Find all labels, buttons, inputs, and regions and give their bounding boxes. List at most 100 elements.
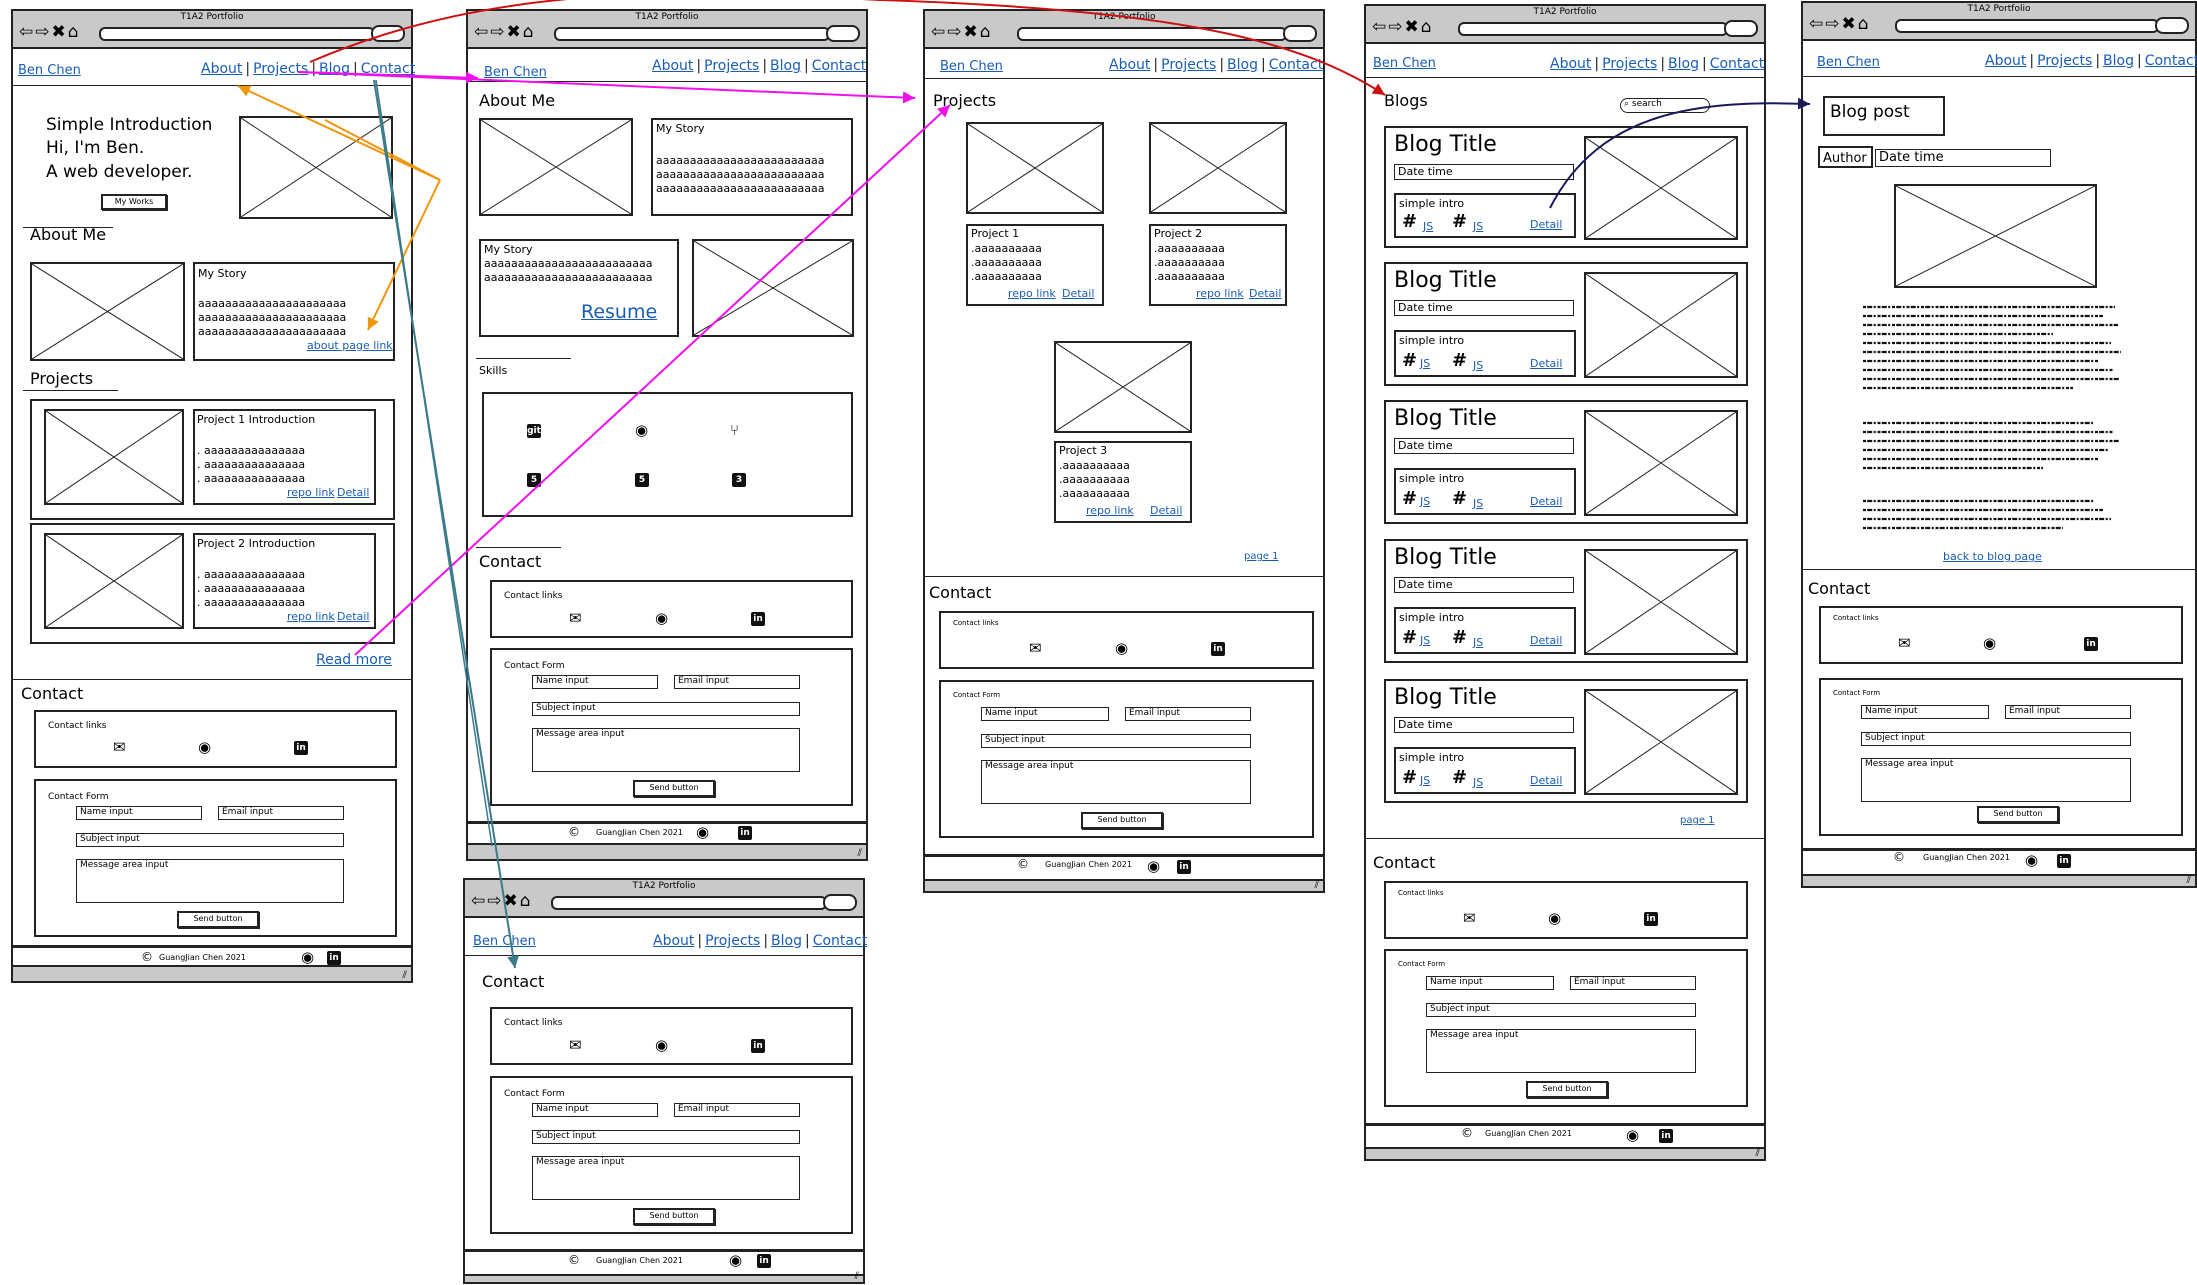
subject-input[interactable]: Subject input — [981, 734, 1251, 748]
github-icon[interactable]: ◉ — [655, 611, 668, 626]
email-input[interactable]: Email input — [674, 1103, 800, 1117]
url-bar[interactable] — [1017, 27, 1287, 41]
about-page-link[interactable]: about page link — [307, 339, 393, 352]
search-icon[interactable] — [826, 25, 860, 42]
name-input[interactable]: Name input — [532, 675, 658, 689]
nav-about[interactable]: About — [1985, 53, 2026, 69]
email-input[interactable]: Email input — [674, 675, 800, 689]
linkedin-icon[interactable]: in — [294, 741, 308, 755]
browser-nav-icons[interactable]: ⇦⇨✖⌂ — [471, 892, 533, 910]
tag-link[interactable]: JS — [1420, 495, 1430, 508]
nav-about[interactable]: About — [653, 933, 694, 949]
email-input[interactable]: Email input — [1570, 976, 1696, 990]
nav-projects[interactable]: Projects — [2037, 53, 2092, 69]
name-input[interactable]: Name input — [1861, 705, 1989, 719]
nav-projects[interactable]: Projects — [1602, 56, 1657, 72]
nav-blog[interactable]: Blog — [1668, 56, 1699, 72]
browser-nav-icons[interactable]: ⇦⇨✖⌂ — [474, 23, 536, 41]
detail-link[interactable]: Detail — [1249, 287, 1281, 300]
github-icon[interactable]: ◉ — [1983, 636, 1996, 651]
nav-contact[interactable]: Contact — [2145, 53, 2197, 69]
nav-about[interactable]: About — [1550, 56, 1591, 72]
subject-input[interactable]: Subject input — [1861, 732, 2131, 746]
tag-link[interactable]: JS — [1420, 774, 1430, 787]
linkedin-icon[interactable]: in — [327, 951, 341, 965]
tag-link[interactable]: JS — [1473, 636, 1483, 649]
linkedin-icon[interactable]: in — [751, 1039, 765, 1053]
search-icon[interactable] — [2155, 17, 2189, 34]
url-bar[interactable] — [554, 27, 830, 41]
detail-link[interactable]: Detail — [1062, 287, 1094, 300]
nav-about[interactable]: About — [652, 58, 693, 74]
repo-link[interactable]: repo link — [1008, 287, 1056, 300]
message-input[interactable]: Message area input — [532, 728, 800, 772]
email-input[interactable]: Email input — [1125, 707, 1251, 721]
brand-link[interactable]: Ben Chen — [1817, 55, 1880, 70]
github-icon[interactable]: ◉ — [198, 740, 211, 755]
nav-blog[interactable]: Blog — [771, 933, 802, 949]
nav-projects[interactable]: Projects — [705, 933, 760, 949]
brand-link[interactable]: Ben Chen — [940, 59, 1003, 74]
send-button[interactable]: Send button — [1526, 1081, 1608, 1098]
send-button[interactable]: Send button — [633, 780, 715, 797]
pagination-link[interactable]: page 1 — [1680, 815, 1715, 826]
nav-projects[interactable]: Projects — [1161, 57, 1216, 73]
linkedin-icon[interactable]: in — [1211, 642, 1225, 656]
brand-link[interactable]: Ben Chen — [473, 934, 536, 949]
github-icon[interactable]: ◉ — [301, 950, 314, 965]
send-button[interactable]: Send button — [633, 1208, 715, 1225]
nav-contact[interactable]: Contact — [1710, 56, 1764, 72]
github-icon[interactable]: ◉ — [1147, 859, 1160, 874]
send-button[interactable]: Send button — [177, 911, 259, 928]
url-bar[interactable] — [99, 27, 375, 41]
name-input[interactable]: Name input — [76, 806, 202, 820]
tag-link[interactable]: JS — [1473, 497, 1483, 510]
tag-link[interactable]: JS — [1420, 634, 1430, 647]
linkedin-icon[interactable]: in — [2084, 637, 2098, 651]
detail-link[interactable]: Detail — [337, 486, 369, 499]
browser-nav-icons[interactable]: ⇦⇨✖⌂ — [931, 23, 993, 41]
github-icon[interactable]: ◉ — [2025, 853, 2038, 868]
subject-input[interactable]: Subject input — [76, 833, 344, 847]
github-icon[interactable]: ◉ — [696, 825, 709, 840]
send-button[interactable]: Send button — [1081, 812, 1163, 829]
subject-input[interactable]: Subject input — [532, 702, 800, 716]
email-icon[interactable]: ✉ — [1463, 911, 1476, 926]
browser-nav-icons[interactable]: ⇦⇨✖⌂ — [19, 23, 81, 41]
detail-link[interactable]: Detail — [1530, 218, 1562, 231]
github-icon[interactable]: ◉ — [1626, 1128, 1639, 1143]
url-bar[interactable] — [1458, 22, 1728, 36]
github-icon[interactable]: ◉ — [655, 1038, 668, 1053]
linkedin-icon[interactable]: in — [751, 612, 765, 626]
linkedin-icon[interactable]: in — [738, 826, 752, 840]
email-input[interactable]: Email input — [218, 806, 344, 820]
tag-link[interactable]: JS — [1473, 220, 1483, 233]
github-icon[interactable]: ◉ — [1548, 911, 1561, 926]
nav-blog[interactable]: Blog — [1227, 57, 1258, 73]
search-icon[interactable] — [823, 894, 857, 911]
tag-link[interactable]: JS — [1473, 776, 1483, 789]
email-icon[interactable]: ✉ — [1898, 636, 1911, 651]
brand-link[interactable]: Ben Chen — [484, 65, 547, 80]
nav-projects[interactable]: Projects — [704, 58, 759, 74]
search-icon[interactable] — [1724, 20, 1758, 37]
brand-link[interactable]: Ben Chen — [18, 63, 81, 78]
brand-link[interactable]: Ben Chen — [1373, 56, 1436, 71]
message-input[interactable]: Message area input — [532, 1156, 800, 1200]
nav-blog[interactable]: Blog — [770, 58, 801, 74]
url-bar[interactable] — [551, 896, 827, 910]
subject-input[interactable]: Subject input — [1426, 1003, 1696, 1017]
message-input[interactable]: Message area input — [1861, 758, 2131, 802]
my-works-button[interactable]: My Works — [101, 194, 167, 210]
search-icon[interactable] — [371, 25, 405, 42]
email-icon[interactable]: ✉ — [569, 1038, 582, 1053]
detail-link[interactable]: Detail — [1530, 634, 1562, 647]
email-input[interactable]: Email input — [2005, 705, 2131, 719]
url-bar[interactable] — [1895, 19, 2159, 33]
nav-contact[interactable]: Contact — [813, 933, 867, 949]
linkedin-icon[interactable]: in — [1644, 912, 1658, 926]
read-more-link[interactable]: Read more — [316, 652, 392, 668]
tag-link[interactable]: JS — [1473, 359, 1483, 372]
blog-search-input[interactable]: ⌕ search — [1620, 98, 1710, 113]
search-icon[interactable] — [1283, 25, 1317, 42]
